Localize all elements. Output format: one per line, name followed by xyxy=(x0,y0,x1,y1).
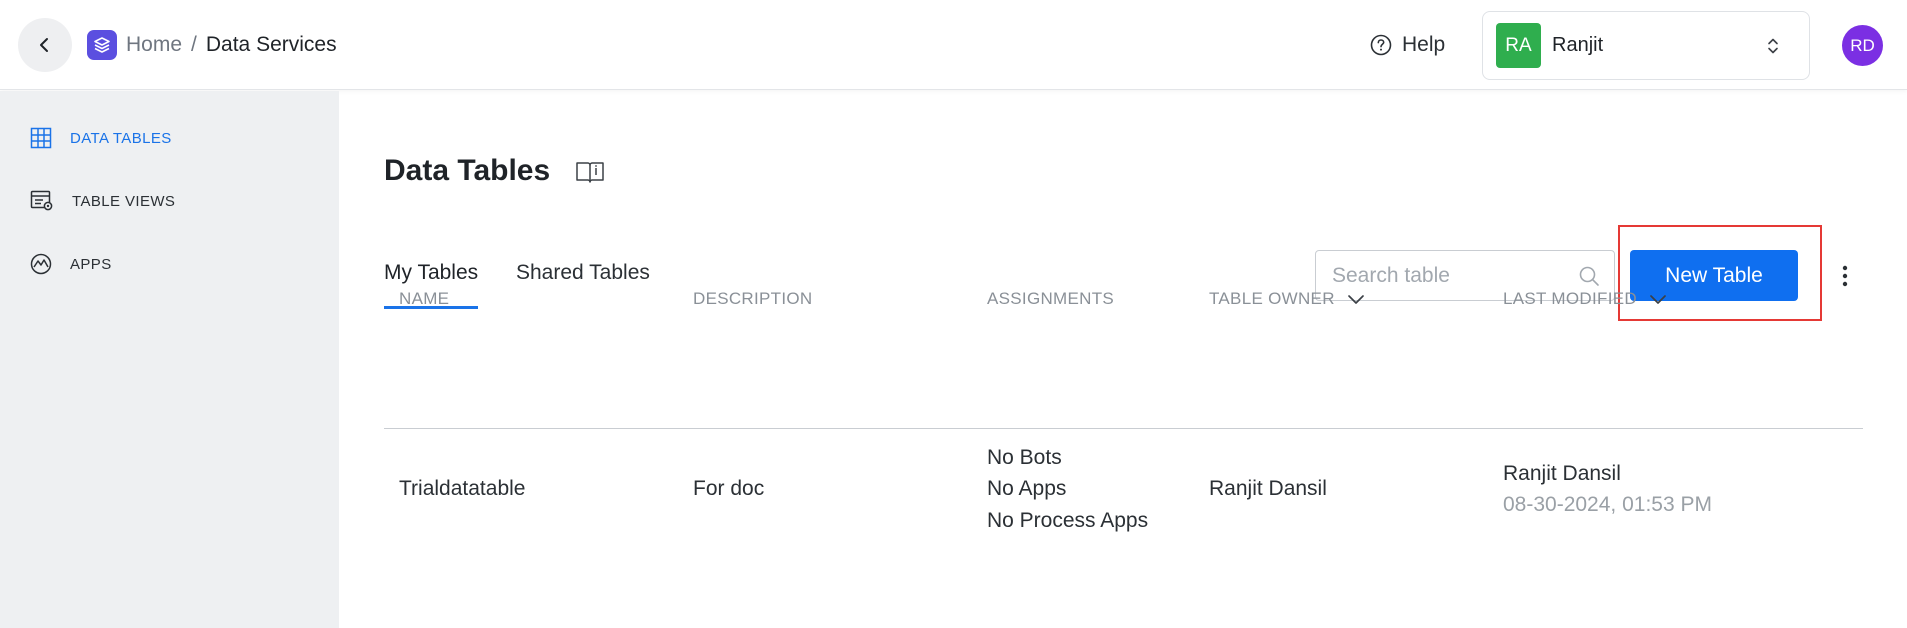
back-button[interactable] xyxy=(18,18,72,72)
help-label: Help xyxy=(1402,33,1446,56)
column-header-name: NAME xyxy=(399,289,450,308)
cell-assignment-bots: No Bots xyxy=(987,446,1062,469)
more-options-button[interactable] xyxy=(1833,261,1857,291)
cell-modified-at: 08-30-2024, 01:53 PM xyxy=(1503,493,1712,516)
breadcrumb-current: Data Services xyxy=(205,33,337,56)
cell-modified-by: Ranjit Dansil xyxy=(1503,462,1621,485)
cell-name[interactable]: Trialdatatable xyxy=(399,477,525,501)
table-view-icon xyxy=(30,190,53,211)
main-content: Data Tables My Tables Shared Tables New … xyxy=(339,91,1907,628)
cell-description: For doc xyxy=(693,477,765,500)
app-logo xyxy=(87,30,117,60)
header-divider xyxy=(384,428,1863,429)
updown-chevron-icon xyxy=(1768,38,1778,54)
column-header-table-owner[interactable]: TABLE OWNER xyxy=(1209,289,1365,309)
workspace-selector[interactable]: RA Ranjit xyxy=(1482,11,1810,80)
apps-icon xyxy=(30,253,52,275)
breadcrumb-home[interactable]: Home xyxy=(126,31,182,59)
layers-icon xyxy=(94,37,110,53)
column-header-assignments: ASSIGNMENTS xyxy=(987,289,1115,308)
help-link[interactable]: Help xyxy=(1370,30,1445,60)
top-bar: Home / Data Services Help RA Ranjit RD xyxy=(0,0,1907,90)
cell-owner: Ranjit Dansil xyxy=(1209,477,1327,500)
cell-assignment-process-apps: No Process Apps xyxy=(987,509,1149,532)
grid-icon xyxy=(30,127,52,149)
sidebar-item-table-views[interactable]: TABLE VIEWS xyxy=(30,186,175,216)
chevron-down-icon xyxy=(1347,295,1364,304)
page-title: Data Tables xyxy=(384,154,551,187)
sidebar-item-apps[interactable]: APPS xyxy=(30,249,112,279)
sidebar-item-label: APPS xyxy=(70,255,112,273)
search-icon[interactable] xyxy=(1578,265,1600,287)
workspace-name: Ranjit xyxy=(1552,34,1604,56)
chevron-left-icon xyxy=(40,38,48,52)
book-icon[interactable] xyxy=(575,160,605,184)
column-header-label: LAST MODIFIED xyxy=(1503,289,1637,308)
breadcrumb-separator: / xyxy=(191,33,197,56)
sidebar-item-label: DATA TABLES xyxy=(70,129,172,147)
tab-shared-tables[interactable]: Shared Tables xyxy=(516,261,650,309)
workspace-badge: RA xyxy=(1496,23,1541,68)
column-header-label: TABLE OWNER xyxy=(1209,289,1335,308)
help-circle-icon xyxy=(1370,34,1392,56)
chevron-down-icon xyxy=(1650,295,1666,304)
breadcrumb: Home / Data Services xyxy=(126,31,337,59)
sidebar-item-data-tables[interactable]: DATA TABLES xyxy=(30,123,172,153)
column-header-last-modified[interactable]: LAST MODIFIED xyxy=(1503,289,1667,309)
more-vertical-icon xyxy=(1842,265,1848,287)
sidebar: DATA TABLES TABLE VIEWS APPS xyxy=(0,91,339,628)
user-avatar[interactable]: RD xyxy=(1842,25,1883,66)
cell-assignment-apps: No Apps xyxy=(987,477,1067,500)
column-header-description: DESCRIPTION xyxy=(693,289,813,308)
sidebar-item-label: TABLE VIEWS xyxy=(72,192,176,210)
